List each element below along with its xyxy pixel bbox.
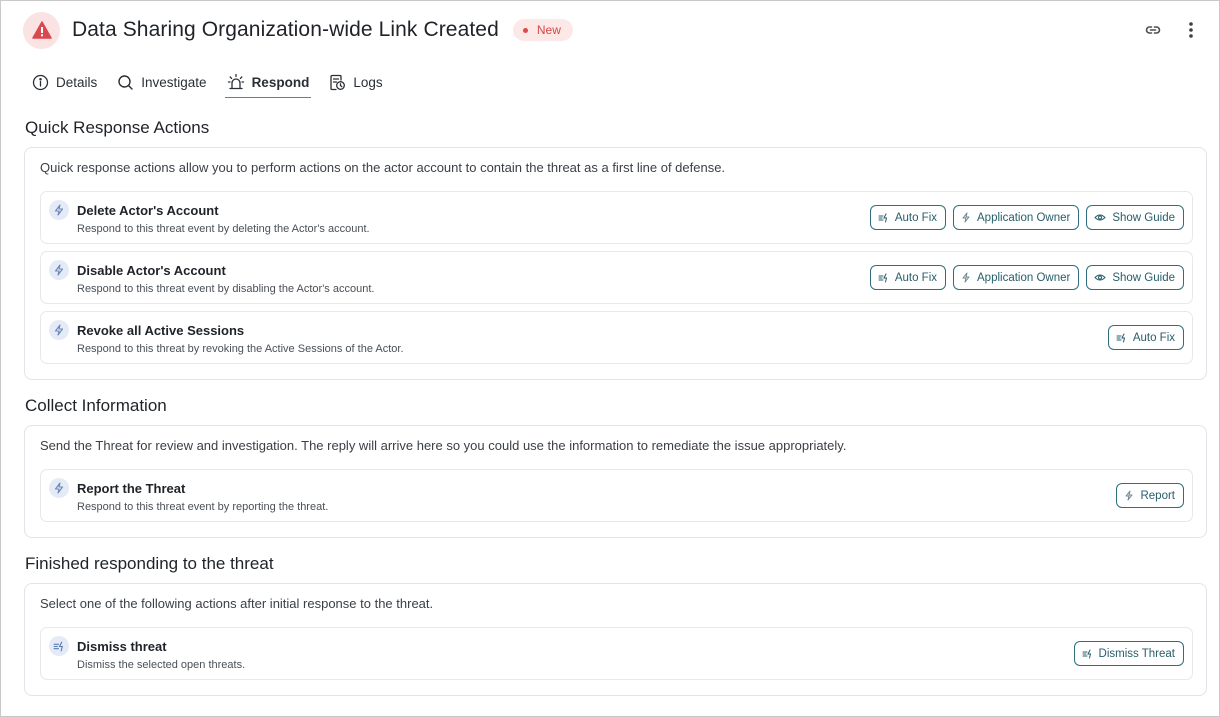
action-description: Respond to this threat by revoking the A… bbox=[77, 343, 404, 355]
quick-response-heading: Quick Response Actions bbox=[25, 118, 210, 137]
action-row-disable-account: Disable Actor's Account Respond to this … bbox=[40, 251, 1193, 304]
action-title: Disable Actor's Account bbox=[77, 263, 226, 278]
bolt-icon bbox=[49, 200, 69, 220]
action-buttons: Auto Fix bbox=[1107, 325, 1184, 350]
status-badge: New bbox=[512, 19, 573, 41]
auto-fix-button[interactable]: Auto Fix bbox=[1107, 325, 1184, 350]
dismiss-threat-button[interactable]: Dismiss Threat bbox=[1073, 641, 1184, 666]
application-owner-button[interactable]: Application Owner bbox=[953, 205, 1080, 230]
application-owner-button-label: Application Owner bbox=[977, 211, 1071, 224]
auto-fix-icon bbox=[878, 213, 887, 222]
auto-fix-button-label: Auto Fix bbox=[894, 271, 938, 284]
quick-response-description: Quick response actions allow you to perf… bbox=[40, 160, 726, 175]
bolt-icon bbox=[1125, 490, 1133, 501]
tab-details-label: Details bbox=[56, 75, 98, 90]
action-row-delete-account: Delete Actor's Account Respond to this t… bbox=[40, 191, 1193, 244]
status-dot-icon bbox=[522, 27, 528, 33]
eye-icon bbox=[1094, 274, 1107, 281]
auto-fix-icon bbox=[1116, 333, 1125, 342]
tab-investigate-label: Investigate bbox=[141, 75, 207, 90]
application-owner-button[interactable]: Application Owner bbox=[953, 265, 1080, 290]
action-buttons: Auto Fix Application Owner Show Guide bbox=[869, 205, 1184, 230]
eye-icon bbox=[1094, 214, 1107, 221]
report-button-label: Report bbox=[1140, 489, 1175, 502]
finished-responding-panel: Select one of the following actions afte… bbox=[24, 583, 1207, 696]
app-window: Data Sharing Organization-wide Link Crea… bbox=[0, 0, 1220, 717]
bolt-icon bbox=[49, 320, 69, 340]
link-icon bbox=[1145, 26, 1161, 34]
show-guide-button[interactable]: Show Guide bbox=[1086, 205, 1184, 230]
auto-fix-button[interactable]: Auto Fix bbox=[869, 205, 947, 230]
auto-fix-icon bbox=[1082, 649, 1091, 658]
alert-badge bbox=[23, 11, 60, 49]
action-title: Delete Actor's Account bbox=[77, 203, 219, 218]
tab-bar: Details Investigate Respond Logs bbox=[30, 67, 401, 99]
action-title: Dismiss threat bbox=[77, 639, 167, 654]
action-title: Report the Threat bbox=[77, 481, 186, 496]
show-guide-button-label: Show Guide bbox=[1112, 211, 1175, 224]
copy-link-button[interactable] bbox=[1143, 20, 1163, 40]
tab-respond[interactable]: Respond bbox=[224, 67, 312, 98]
collect-information-heading: Collect Information bbox=[25, 396, 167, 415]
show-guide-button-label: Show Guide bbox=[1112, 271, 1175, 284]
finished-responding-heading: Finished responding to the threat bbox=[25, 554, 274, 573]
tab-details[interactable]: Details bbox=[30, 67, 99, 98]
bolt-icon bbox=[962, 272, 970, 283]
auto-fix-button[interactable]: Auto Fix bbox=[869, 265, 947, 290]
bolt-icon bbox=[49, 260, 69, 280]
report-button[interactable]: Report bbox=[1116, 483, 1184, 508]
search-icon bbox=[118, 75, 133, 90]
action-title: Revoke all Active Sessions bbox=[77, 323, 245, 338]
warning-triangle-icon bbox=[31, 21, 52, 39]
show-guide-button[interactable]: Show Guide bbox=[1086, 265, 1184, 290]
siren-icon bbox=[227, 73, 244, 90]
action-row-revoke-sessions: Revoke all Active Sessions Respond to th… bbox=[40, 311, 1193, 364]
action-description: Dismiss the selected open threats. bbox=[77, 659, 246, 671]
bolt-icon bbox=[962, 212, 970, 223]
action-buttons: Dismiss Threat bbox=[1073, 641, 1184, 666]
logs-icon bbox=[330, 74, 346, 91]
tab-investigate[interactable]: Investigate bbox=[115, 67, 208, 98]
more-vertical-icon bbox=[1189, 22, 1193, 38]
dismiss-threat-button-label: Dismiss Threat bbox=[1098, 647, 1175, 660]
bolt-icon bbox=[49, 478, 69, 498]
tab-respond-label: Respond bbox=[251, 74, 310, 90]
auto-fix-icon bbox=[878, 273, 887, 282]
quick-response-panel: Quick response actions allow you to perf… bbox=[24, 147, 1207, 380]
tab-logs[interactable]: Logs bbox=[327, 67, 384, 98]
tab-logs-label: Logs bbox=[353, 75, 383, 90]
header: Data Sharing Organization-wide Link Crea… bbox=[23, 11, 1201, 49]
auto-fix-icon bbox=[49, 636, 69, 656]
action-buttons: Report bbox=[1116, 483, 1184, 508]
application-owner-button-label: Application Owner bbox=[977, 271, 1071, 284]
collect-information-description: Send the Threat for review and investiga… bbox=[40, 438, 847, 453]
status-badge-label: New bbox=[536, 23, 561, 37]
header-actions bbox=[1143, 20, 1201, 40]
action-description: Respond to this threat event by reportin… bbox=[77, 501, 329, 513]
page-title: Data Sharing Organization-wide Link Crea… bbox=[72, 18, 499, 41]
action-row-report-threat: Report the Threat Respond to this threat… bbox=[40, 469, 1193, 522]
action-description: Respond to this threat event by disablin… bbox=[77, 283, 375, 295]
action-description: Respond to this threat event by deleting… bbox=[77, 223, 370, 235]
collect-information-panel: Send the Threat for review and investiga… bbox=[24, 425, 1207, 538]
action-buttons: Auto Fix Application Owner Show Guide bbox=[869, 265, 1184, 290]
more-options-button[interactable] bbox=[1181, 20, 1201, 40]
action-row-dismiss-threat: Dismiss threat Dismiss the selected open… bbox=[40, 627, 1193, 680]
info-icon bbox=[32, 74, 49, 91]
finished-responding-description: Select one of the following actions afte… bbox=[40, 596, 434, 611]
auto-fix-button-label: Auto Fix bbox=[894, 211, 938, 224]
auto-fix-button-label: Auto Fix bbox=[1132, 331, 1175, 344]
